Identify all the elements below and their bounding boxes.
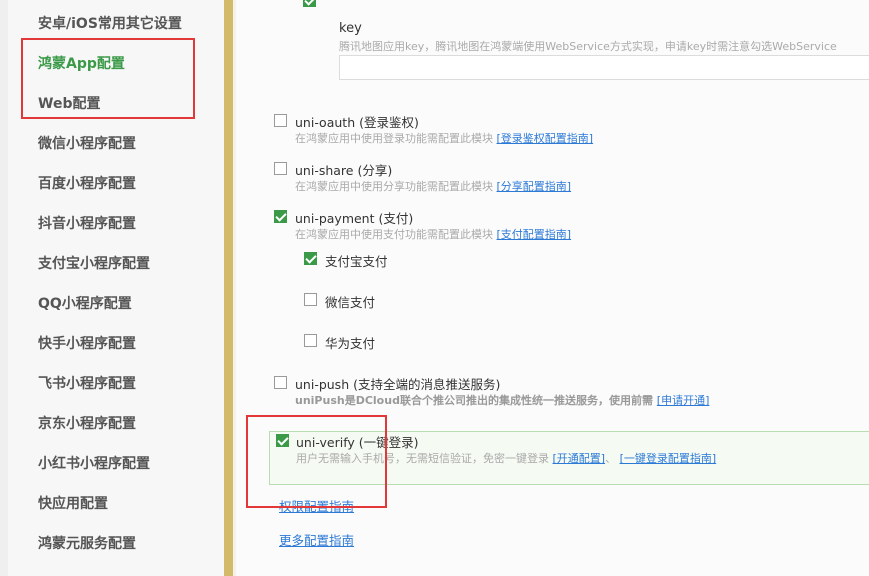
sidebar-item-baidu-mp[interactable]: 百度小程序配置 <box>38 172 136 196</box>
push-apply-link[interactable]: [申请开通] <box>657 394 710 407</box>
uni-payment-description: 在鸿蒙应用中使用支付功能需配置此模块 [支付配置指南] <box>295 226 571 242</box>
settings-sidebar: 安卓/iOS常用其它设置 鸿蒙App配置 Web配置 微信小程序配置 百度小程序… <box>0 0 224 576</box>
verify-separator: 、 <box>605 452 617 465</box>
map-key-input[interactable] <box>339 55 869 80</box>
uni-push-title: uni-push (支持全端的消息推送服务) <box>295 377 501 392</box>
sidebar-item-douyin-mp[interactable]: 抖音小程序配置 <box>38 212 136 236</box>
sidebar-item-harmony-atomic-service[interactable]: 鸿蒙元服务配置 <box>38 532 136 556</box>
uni-share-description: 在鸿蒙应用中使用分享功能需配置此模块 [分享配置指南] <box>295 178 571 194</box>
sidebar-item-kuaishou-mp[interactable]: 快手小程序配置 <box>38 332 136 356</box>
alipay-label: 支付宝支付 <box>325 254 388 269</box>
uni-payment-title: uni-payment (支付) <box>295 211 414 226</box>
permissions-guide-link[interactable]: 权限配置指南 <box>279 496 354 515</box>
uni-share-desc-text: 在鸿蒙应用中使用分享功能需配置此模块 <box>295 180 493 193</box>
sidebar-item-quickapp[interactable]: 快应用配置 <box>38 492 108 516</box>
verify-guide-link[interactable]: [一键登录配置指南] <box>620 452 717 465</box>
uni-share-checkbox[interactable] <box>274 162 287 175</box>
uni-verify-description: 用户无需输入手机号，无需短信验证，免密一键登录 [开通配置]、 [一键登录配置指… <box>296 450 716 466</box>
sidebar-edge <box>0 0 8 576</box>
sidebar-item-feishu-mp[interactable]: 飞书小程序配置 <box>38 372 136 396</box>
more-guide-link[interactable]: 更多配置指南 <box>279 530 354 549</box>
sidebar-item-web[interactable]: Web配置 <box>38 92 100 116</box>
uni-payment-desc-text: 在鸿蒙应用中使用支付功能需配置此模块 <box>295 228 493 241</box>
sidebar-item-harmony-app[interactable]: 鸿蒙App配置 <box>38 52 125 76</box>
uni-verify-desc-text: 用户无需输入手机号，无需短信验证，免密一键登录 <box>296 452 549 465</box>
sidebar-item-android-ios-settings[interactable]: 安卓/iOS常用其它设置 <box>38 12 182 36</box>
sidebar-item-weixin-mp[interactable]: 微信小程序配置 <box>38 132 136 156</box>
uni-push-description: uniPush是DCloud联合个推公司推出的集成性统一推送服务，使用前需 [申… <box>295 392 709 408</box>
uni-oauth-description: 在鸿蒙应用中使用登录功能需配置此模块 [登录鉴权配置指南] <box>295 130 593 146</box>
uni-push-desc-text: uniPush是DCloud联合个推公司推出的集成性统一推送服务，使用前需 <box>295 394 653 407</box>
payment-guide-link[interactable]: [支付配置指南] <box>497 228 572 241</box>
verify-setup-link[interactable]: [开通配置] <box>553 452 606 465</box>
huaweipay-checkbox[interactable] <box>304 334 317 347</box>
sidebar-item-jd-mp[interactable]: 京东小程序配置 <box>38 412 136 436</box>
wxpay-label: 微信支付 <box>325 295 376 310</box>
huaweipay-label: 华为支付 <box>325 336 376 351</box>
uni-oauth-checkbox[interactable] <box>274 114 287 127</box>
uni-oauth-desc-text: 在鸿蒙应用中使用登录功能需配置此模块 <box>295 132 493 145</box>
uni-oauth-title: uni-oauth (登录鉴权) <box>295 115 419 130</box>
harmony-app-config-panel <box>236 0 869 576</box>
uni-verify-checkbox[interactable] <box>276 434 289 447</box>
sidebar-item-alipay-mp[interactable]: 支付宝小程序配置 <box>38 252 150 276</box>
sidebar-item-qq-mp[interactable]: QQ小程序配置 <box>38 292 132 316</box>
map-key-label: key <box>339 21 362 36</box>
wxpay-checkbox[interactable] <box>304 293 317 306</box>
sidebar-scrollbar[interactable] <box>224 0 233 576</box>
uni-share-title: uni-share (分享) <box>295 163 393 178</box>
uni-verify-title: uni-verify (一键登录) <box>296 435 419 450</box>
map-provider-checkbox[interactable] <box>303 0 316 7</box>
map-key-description: 腾讯地图应用key，腾讯地图在鸿蒙端使用WebService方式实现，申请key… <box>339 40 837 53</box>
uni-payment-checkbox[interactable] <box>274 210 287 223</box>
sidebar-item-xiaohongshu-mp[interactable]: 小红书小程序配置 <box>38 452 150 476</box>
alipay-checkbox[interactable] <box>304 252 317 265</box>
oauth-guide-link[interactable]: [登录鉴权配置指南] <box>497 132 594 145</box>
uni-push-checkbox[interactable] <box>274 376 287 389</box>
share-guide-link[interactable]: [分享配置指南] <box>497 180 572 193</box>
